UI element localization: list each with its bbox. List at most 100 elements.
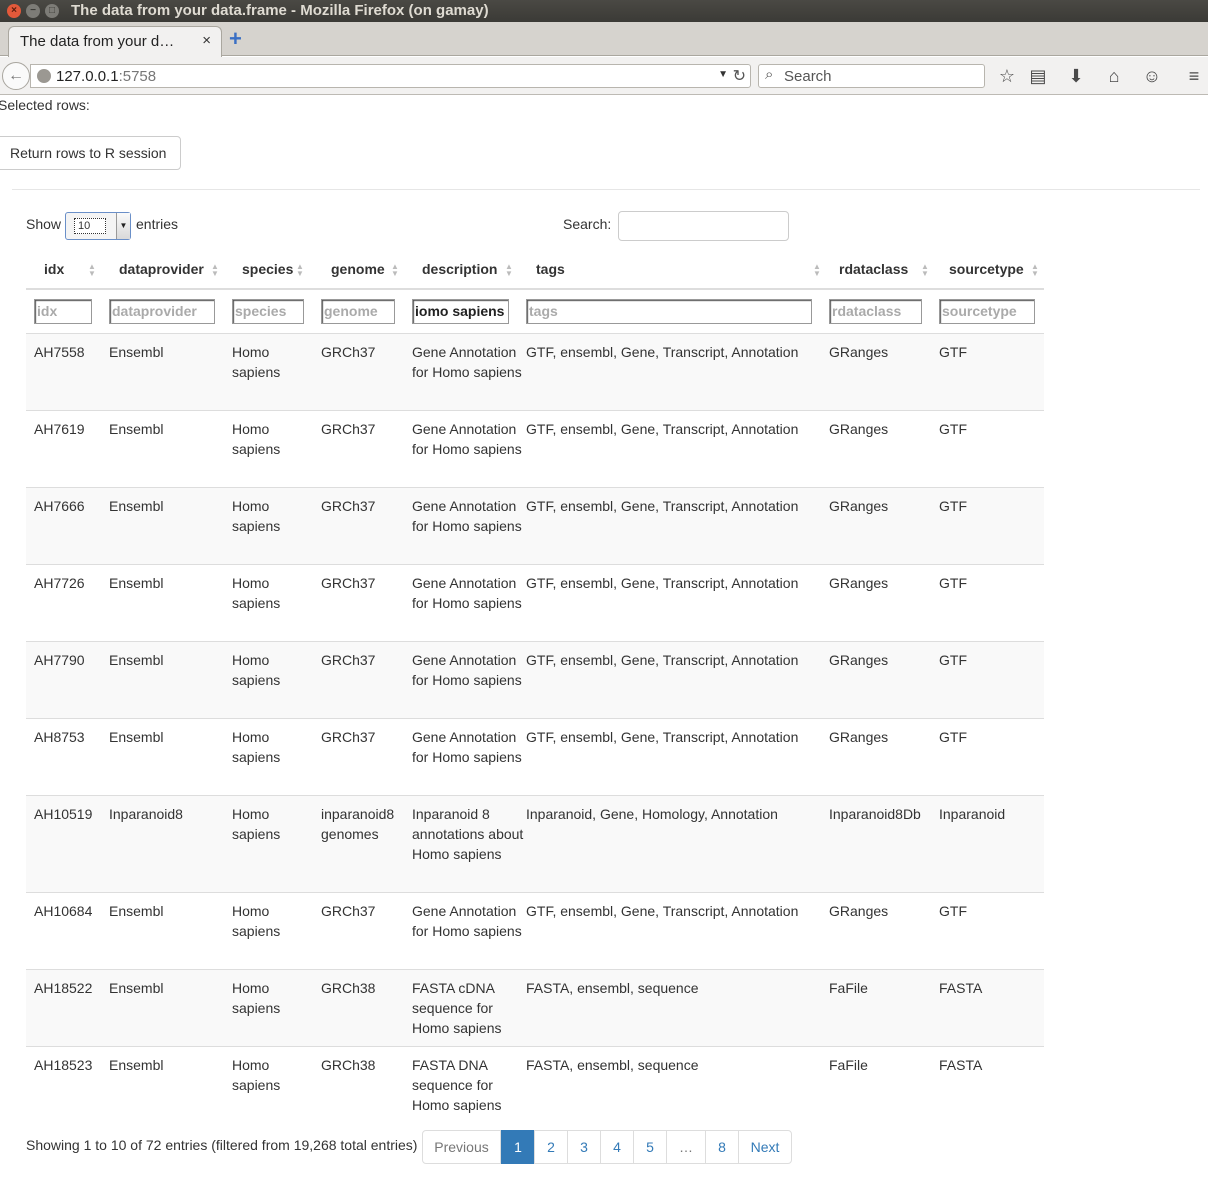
site-identity-icon[interactable] bbox=[37, 69, 51, 83]
pagination-previous-button[interactable]: Previous bbox=[422, 1130, 501, 1164]
cell-species: Homo sapiens bbox=[232, 980, 281, 1016]
star-icon[interactable]: ☆ bbox=[996, 65, 1018, 87]
table-row[interactable]: AH18523 Ensembl Homo sapiens GRCh38 FASTA DN… bbox=[26, 1046, 1044, 1123]
cell-species: Homo sapiens bbox=[232, 344, 281, 380]
cell-idx: AH7619 bbox=[34, 421, 85, 437]
pagination-page-3[interactable]: 3 bbox=[567, 1130, 601, 1164]
table-search-input[interactable] bbox=[618, 211, 789, 241]
column-header-description[interactable]: description bbox=[422, 261, 497, 277]
filter-input-sourcetype[interactable]: sourcetype bbox=[939, 299, 1035, 324]
cell-dataprovider: Ensembl bbox=[109, 498, 164, 514]
table-row[interactable]: AH7790 Ensembl Homo sapiens GRCh37 Gene Anno… bbox=[26, 641, 1044, 718]
cell-tags: FASTA, ensembl, sequence bbox=[526, 1057, 699, 1073]
filter-input-description[interactable]: iomo sapiens bbox=[412, 299, 509, 324]
url-history-dropdown-icon[interactable]: ▼ bbox=[718, 69, 728, 80]
cell-dataprovider: Ensembl bbox=[109, 980, 164, 996]
cell-sourcetype: Inparanoid bbox=[939, 806, 1006, 822]
pagination-page-2[interactable]: 2 bbox=[534, 1130, 568, 1164]
sort-icon[interactable]: ▲ ▼ bbox=[1031, 263, 1039, 278]
chat-icon[interactable]: ☺ bbox=[1141, 65, 1163, 87]
column-header-species[interactable]: species bbox=[242, 261, 293, 277]
reading-list-icon[interactable]: ▤ bbox=[1027, 65, 1049, 87]
filter-input-species[interactable]: species bbox=[232, 299, 304, 324]
cell-species: Homo sapiens bbox=[232, 806, 281, 842]
sort-icon[interactable]: ▲ ▼ bbox=[921, 263, 929, 278]
browser-search-input[interactable]: ⌕ Search bbox=[758, 64, 985, 88]
download-icon[interactable]: ⬇ bbox=[1065, 65, 1087, 87]
cell-sourcetype: FASTA bbox=[939, 1057, 983, 1073]
cell-dataprovider: Ensembl bbox=[109, 652, 164, 668]
sort-icon[interactable]: ▲ ▼ bbox=[391, 263, 399, 278]
table-row[interactable]: AH10684 Ensembl Homo sapiens GRCh37 Gene Ann… bbox=[26, 892, 1044, 969]
pagination-page-1[interactable]: 1 bbox=[501, 1130, 535, 1164]
home-icon[interactable]: ⌂ bbox=[1103, 65, 1125, 87]
filter-input-dataprovider[interactable]: dataprovider bbox=[109, 299, 215, 324]
cell-idx: AH10519 bbox=[34, 806, 93, 822]
cell-idx: AH18523 bbox=[34, 1057, 93, 1073]
filter-input-rdataclass[interactable]: rdataclass bbox=[829, 299, 922, 324]
sort-icon[interactable]: ▲ ▼ bbox=[211, 263, 219, 278]
column-header-tags[interactable]: tags bbox=[536, 261, 565, 277]
page-length-select[interactable]: 10 ▼ bbox=[65, 212, 131, 240]
pagination-page-5[interactable]: 5 bbox=[633, 1130, 667, 1164]
sort-icon[interactable]: ▲ ▼ bbox=[88, 263, 96, 278]
sort-icon[interactable]: ▲ ▼ bbox=[813, 263, 821, 278]
pagination-next-button[interactable]: Next bbox=[738, 1130, 792, 1164]
table-row[interactable]: AH7558 Ensembl Homo sapiens GRCh37 Gene Anno… bbox=[26, 333, 1044, 410]
cell-tags: GTF, ensembl, Gene, Transcript, Annotati… bbox=[526, 903, 799, 919]
cell-genome: GRCh37 bbox=[321, 498, 376, 514]
magnifier-icon: ⌕ bbox=[765, 66, 774, 83]
window-minimize-icon[interactable]: − bbox=[26, 4, 40, 18]
tab-close-icon[interactable]: × bbox=[202, 32, 211, 49]
table-row[interactable]: AH10519 Inparanoid8 Homo sapiens inparanoid… bbox=[26, 795, 1044, 892]
cell-rdataclass: GRanges bbox=[829, 729, 889, 745]
filter-input-tags[interactable]: tags bbox=[526, 299, 812, 324]
cell-genome: GRCh38 bbox=[321, 980, 376, 996]
table-row[interactable]: AH7619 Ensembl Homo sapiens GRCh37 Gene Anno… bbox=[26, 410, 1044, 487]
selected-rows-label: Selected rows: bbox=[0, 97, 90, 113]
table-row[interactable]: AH8753 Ensembl Homo sapiens GRCh37 Gene Anno… bbox=[26, 718, 1044, 795]
filter-input-idx[interactable]: idx bbox=[34, 299, 92, 324]
sort-icon[interactable]: ▲ ▼ bbox=[505, 263, 513, 278]
chevron-down-icon[interactable]: ▼ bbox=[116, 213, 130, 239]
cell-sourcetype: GTF bbox=[939, 344, 967, 360]
cell-tags: GTF, ensembl, Gene, Transcript, Annotati… bbox=[526, 652, 799, 668]
cell-rdataclass: GRanges bbox=[829, 575, 889, 591]
table-row[interactable]: AH18522 Ensembl Homo sapiens GRCh38 FASTA cD… bbox=[26, 969, 1044, 1046]
browser-tab[interactable]: The data from your d… × bbox=[8, 26, 222, 57]
cell-tags: GTF, ensembl, Gene, Transcript, Annotati… bbox=[526, 421, 799, 437]
cell-sourcetype: GTF bbox=[939, 652, 967, 668]
table-row[interactable]: AH7666 Ensembl Homo sapiens GRCh37 Gene Anno… bbox=[26, 487, 1044, 564]
window-title: The data from your data.frame - Mozilla … bbox=[71, 2, 489, 19]
new-tab-icon[interactable]: + bbox=[229, 28, 242, 50]
cell-rdataclass: GRanges bbox=[829, 344, 889, 360]
reload-icon[interactable]: ↻ bbox=[733, 66, 746, 86]
column-header-dataprovider[interactable]: dataprovider bbox=[119, 261, 204, 277]
cell-idx: AH7790 bbox=[34, 652, 85, 668]
navigation-toolbar: ← 127.0.0.1:5758 ▼ ↻ ⌕ Search ☆ ▤ ⬇ ⌂ ☺ … bbox=[0, 57, 1208, 95]
table-row[interactable]: AH7726 Ensembl Homo sapiens GRCh37 Gene Anno… bbox=[26, 564, 1044, 641]
cell-idx: AH7666 bbox=[34, 498, 85, 514]
filter-input-genome[interactable]: genome bbox=[321, 299, 395, 324]
return-rows-button[interactable]: Return rows to R session bbox=[0, 136, 181, 170]
column-header-rdataclass[interactable]: rdataclass bbox=[839, 261, 908, 277]
pagination-page-4[interactable]: 4 bbox=[600, 1130, 634, 1164]
pagination-page-8[interactable]: 8 bbox=[705, 1130, 739, 1164]
cell-species: Homo sapiens bbox=[232, 575, 281, 611]
cell-rdataclass: FaFile bbox=[829, 1057, 868, 1073]
column-header-idx[interactable]: idx bbox=[44, 261, 64, 277]
cell-dataprovider: Ensembl bbox=[109, 903, 164, 919]
page-length-value: 10 bbox=[74, 218, 106, 234]
menu-icon[interactable]: ≡ bbox=[1183, 65, 1205, 87]
cell-dataprovider: Ensembl bbox=[109, 575, 164, 591]
back-arrow-icon[interactable]: ← bbox=[2, 62, 30, 90]
column-header-sourcetype[interactable]: sourcetype bbox=[949, 261, 1024, 277]
url-bar[interactable]: 127.0.0.1:5758 ▼ ↻ bbox=[30, 64, 751, 88]
window-close-icon[interactable]: × bbox=[7, 4, 21, 18]
cell-sourcetype: GTF bbox=[939, 498, 967, 514]
url-text: 127.0.0.1:5758 bbox=[56, 68, 157, 85]
window-maximize-icon[interactable]: □ bbox=[45, 4, 59, 18]
sort-icon[interactable]: ▲ ▼ bbox=[296, 263, 304, 278]
cell-species: Homo sapiens bbox=[232, 498, 281, 534]
column-header-genome[interactable]: genome bbox=[331, 261, 385, 277]
